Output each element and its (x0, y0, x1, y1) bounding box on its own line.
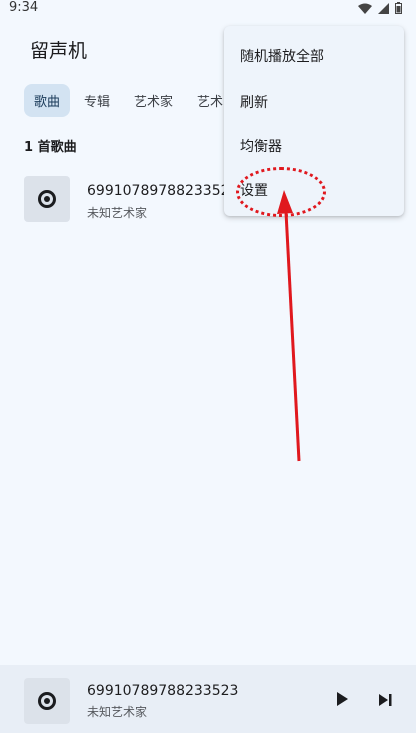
skip-next-icon[interactable] (377, 692, 395, 708)
now-playing-title: 69910789788233523 (87, 683, 239, 699)
annotation-arrow (277, 190, 301, 462)
now-playing-artist: 未知艺术家 (87, 705, 148, 719)
now-playing-bar[interactable]: 69910789788233523 未知艺术家 (0, 665, 416, 733)
play-icon[interactable] (334, 691, 350, 707)
disc-icon (24, 678, 70, 724)
